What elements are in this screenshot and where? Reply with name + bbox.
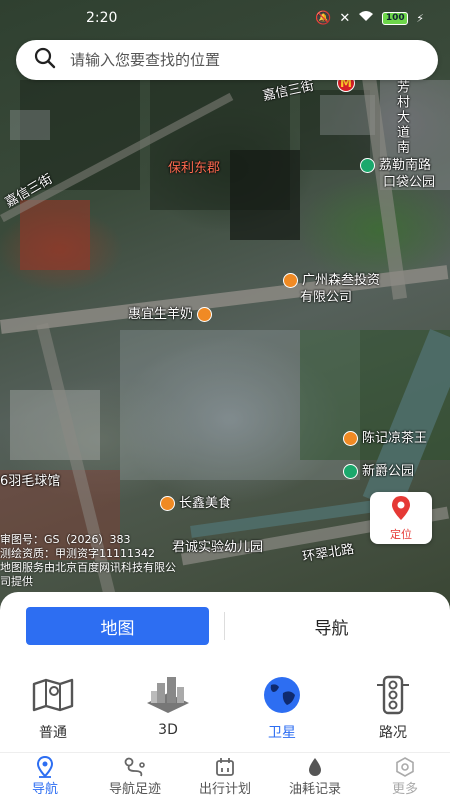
map-layer-options: 普通 3D 卫星 路况 [0, 674, 450, 744]
no-sim-icon: ✕ [339, 10, 351, 26]
layer-traffic[interactable]: 路况 [353, 674, 433, 742]
food-icon [160, 496, 175, 511]
layer-traffic-label: 路况 [379, 725, 407, 741]
poi-label-lile-park[interactable]: 荔勒南路 口袋公园 [360, 157, 435, 191]
poi-label-guangzhou-sensan[interactable]: 广州森叁投资 有限公司 [283, 272, 380, 306]
shop-icon [343, 431, 358, 446]
charging-icon: ⚡ [416, 11, 424, 25]
hexagon-more-icon [395, 756, 415, 778]
globe-icon [242, 674, 322, 716]
tab-more-label: 更多 [391, 782, 418, 797]
mute-icon: 🔕 [315, 10, 332, 26]
map-mode-button[interactable]: 地图 [26, 607, 209, 645]
tab-footprint[interactable]: 导航足迹 [90, 753, 180, 800]
map-icon [13, 674, 93, 716]
location-pin-icon [36, 756, 54, 778]
status-time: 2:20 [86, 10, 118, 26]
status-bar: 2:20 🔕 ✕ 100 ⚡ [0, 0, 450, 36]
calendar-icon [215, 756, 235, 778]
layer-normal[interactable]: 普通 [13, 674, 93, 742]
footprint-route-icon [123, 756, 147, 778]
company-icon [283, 273, 298, 288]
navigation-mode-button[interactable]: 导航 [240, 607, 423, 645]
poi-label-juncheng-kindergarten[interactable]: 君诚实验幼儿园 [172, 536, 263, 555]
mode-divider [224, 612, 225, 640]
poi-label-poly-dongjun[interactable]: 保利东郡 [168, 157, 220, 176]
location-pin-icon [390, 495, 412, 524]
poi-label-xinjue-park[interactable]: 新爵公园 [343, 460, 414, 479]
poi-label-huiyi-milk[interactable]: 惠宜生羊奶 [128, 303, 216, 322]
tab-more[interactable]: 更多 [360, 753, 450, 800]
layer-satellite[interactable]: 卫星 [242, 674, 322, 742]
layer-satellite-label: 卫星 [268, 725, 296, 741]
poi-label-changxin-food[interactable]: 长鑫美食 [160, 492, 231, 511]
map-credits: 审图号：GS（2026）383 测绘资质：甲测资字11111342 地图服务由北… [0, 533, 176, 588]
poi-label-chenji-tea[interactable]: 陈记凉茶王 [343, 427, 427, 446]
poi-label-yumao-hall[interactable]: 6羽毛球馆 [0, 470, 60, 489]
wifi-icon [358, 10, 374, 26]
tab-footprint-label: 导航足迹 [108, 782, 161, 797]
layer-normal-label: 普通 [39, 725, 67, 741]
locate-label: 定位 [390, 527, 412, 541]
3d-buildings-icon [128, 674, 208, 716]
traffic-light-icon [353, 674, 433, 716]
tab-travel-plan-label: 出行计划 [198, 782, 251, 797]
battery-icon: 100 [382, 11, 409, 25]
search-icon [34, 47, 56, 73]
search-input[interactable] [70, 51, 410, 69]
park-icon [343, 464, 358, 479]
shop-icon [197, 307, 213, 322]
layer-3d-label: 3D [158, 722, 178, 738]
layer-3d[interactable]: 3D [128, 674, 208, 738]
park-icon [360, 158, 375, 173]
search-bar[interactable] [16, 40, 438, 80]
tab-fuel-record[interactable]: 油耗记录 [270, 753, 360, 800]
road-label-fangcun: 芳村大道南 [394, 80, 409, 155]
locate-button[interactable]: 定位 [370, 492, 432, 544]
tab-navigation-label: 导航 [31, 782, 58, 797]
tab-navigation[interactable]: 导航 [0, 753, 90, 800]
tab-fuel-record-label: 油耗记录 [288, 782, 341, 797]
mode-switch: 地图 导航 [0, 606, 450, 646]
fuel-drop-icon [307, 756, 323, 778]
bottom-tab-bar: 导航 导航足迹 出行计划 油耗记录 更多 [0, 752, 450, 800]
tab-travel-plan[interactable]: 出行计划 [180, 753, 270, 800]
